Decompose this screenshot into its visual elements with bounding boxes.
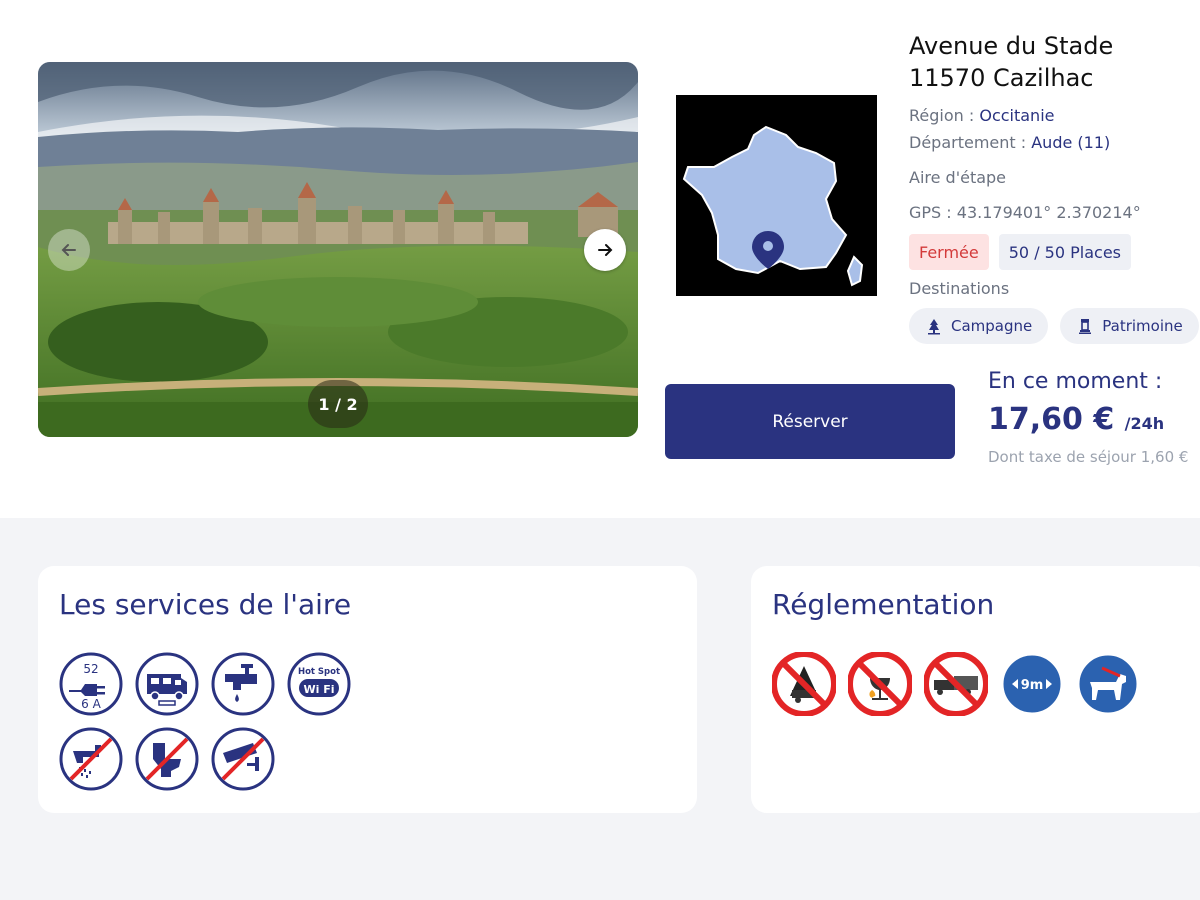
status-badges: Fermée 50 / 50 Places [909,234,1200,270]
wifi-hotspot-label: Hot Spot [298,667,340,677]
photo-gallery[interactable]: 1 / 2 [38,62,638,437]
france-map-icon [682,125,864,287]
regulations-row: 9m [772,652,1140,716]
site-type: Aire d'étape [909,168,1007,187]
services-card: Les services de l'aire 52 6 A Hot Spot W… [38,566,697,813]
destination-chip-patrimoine[interactable]: Patrimoine [1060,308,1199,344]
services-title: Les services de l'aire [59,588,352,621]
now-label: En ce moment : [988,369,1163,394]
electricity-icon: 52 6 A [59,652,123,716]
max-length-value: 9m [1021,678,1044,693]
arrow-right-icon [598,244,613,256]
reserve-button[interactable]: Réserver [665,384,955,459]
department-row: Département : Aude (11) [909,129,1200,156]
gallery-counter: 1 / 2 [308,380,368,428]
services-row-1: 52 6 A Hot Spot Wi Fi [59,652,351,716]
region-row: Région : Occitanie [909,102,1200,129]
regulations-card: Réglementation 9m [751,566,1200,813]
no-toilet-icon [135,727,199,791]
gps-coordinates: GPS : 43.179401° 2.370214° [909,203,1141,222]
listing-info: Avenue du Stade 11570 Cazilhac Région : … [909,30,1200,344]
countryside-icon [928,319,940,335]
tax-note: Dont taxe de séjour 1,60 € [988,448,1189,466]
price-value: 17,60 € [988,402,1115,437]
wifi-hotspot-icon: Hot Spot Wi Fi [287,652,351,716]
wifi-label: Wi Fi [303,683,334,696]
status-badge-closed: Fermée [909,234,989,270]
address-line-2: 11570 Cazilhac [909,64,1094,92]
places-badge: 50 / 50 Places [998,234,1131,270]
no-shower-icon [59,727,123,791]
water-tap-icon [211,652,275,716]
price-block: En ce moment : 17,60 € /24h Dont taxe de… [988,366,1200,468]
gallery-next-button[interactable] [584,229,626,271]
arrow-left-icon [61,244,76,256]
france-region-map [676,95,877,296]
price-period: /24h [1124,414,1165,433]
no-video-surveillance-icon [211,727,275,791]
price-amount: 17,60 € /24h [988,398,1200,446]
address-line-1: Avenue du Stade [909,32,1114,60]
department-value[interactable]: Aude (11) [1031,133,1110,152]
max-length-icon: 9m [1000,652,1064,716]
electricity-amps-top: 52 [83,662,98,676]
gallery-prev-button[interactable] [48,229,90,271]
heritage-icon [1079,319,1092,334]
services-row-2 [59,727,275,791]
listing-header: 1 / 2 Avenue du Stade 11570 Cazilhac Rég… [0,0,1200,518]
destination-chip-label: Campagne [951,317,1033,335]
motorhome-parking-icon [135,652,199,716]
no-barbecue-icon [848,652,912,716]
electricity-amps-bottom: 6 A [81,697,101,711]
details-section: Les services de l'aire 52 6 A Hot Spot W… [0,518,1200,900]
regulations-title: Réglementation [772,588,995,621]
department-label: Département : [909,133,1027,152]
dogs-on-leash-icon [1076,652,1140,716]
destination-chip-label: Patrimoine [1102,317,1183,335]
no-camping-icon [772,652,836,716]
destination-chip-campagne[interactable]: Campagne [909,308,1049,344]
no-caravan-icon [924,652,988,716]
destinations-title: Destinations [909,279,1010,298]
region-value[interactable]: Occitanie [979,106,1054,125]
region-label: Région : [909,106,975,125]
destination-chips: Campagne Patrimoine [909,308,1200,344]
